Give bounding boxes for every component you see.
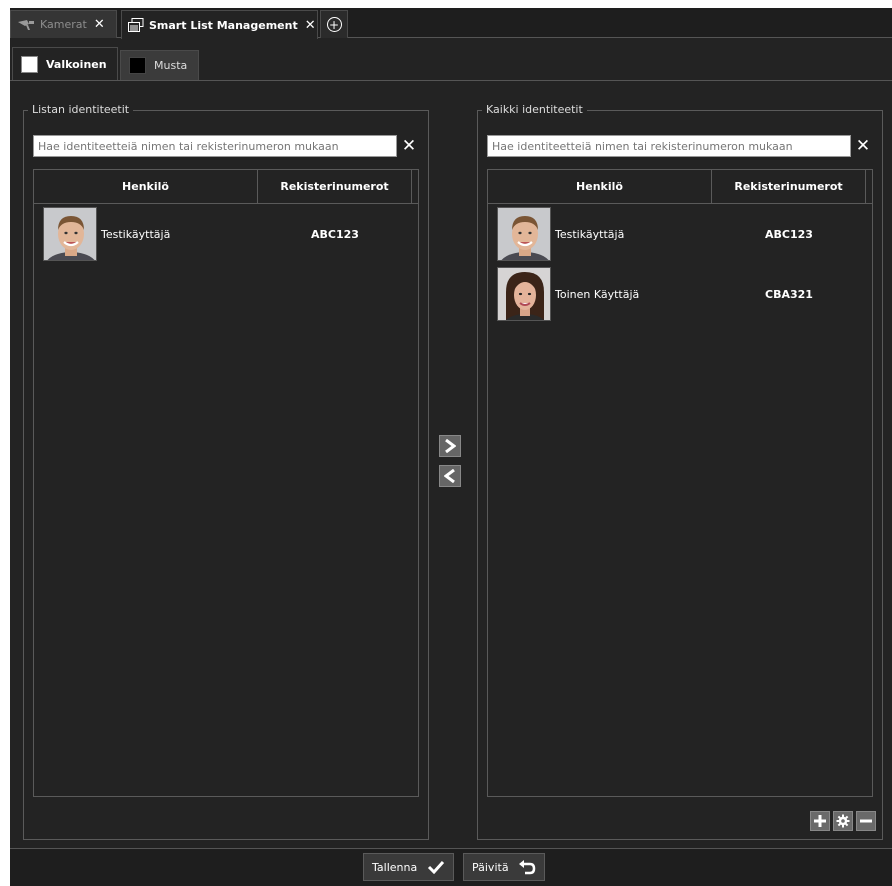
registration-cell: ABC123	[311, 227, 359, 241]
transfer-buttons	[439, 435, 463, 495]
list-identities-panel: Listan identiteetit ✕ Henkilö Rekisterin…	[23, 103, 429, 840]
search-input[interactable]	[33, 135, 397, 157]
subtab-black[interactable]: Musta	[120, 50, 199, 80]
subtab-label: Musta	[154, 59, 188, 72]
tab-cameras[interactable]: Kamerat ✕	[10, 10, 117, 38]
close-tab-icon[interactable]: ✕	[305, 18, 316, 33]
bottom-action-bar: Tallenna Päivitä	[10, 849, 892, 886]
subtab-white[interactable]: Valkoinen	[12, 47, 118, 80]
gear-icon	[836, 814, 850, 828]
tab-label: Smart List Management	[149, 18, 298, 32]
table-header: Henkilö Rekisterinumerot	[488, 170, 872, 204]
column-header-person[interactable]: Henkilö	[488, 170, 712, 203]
column-header-registration[interactable]: Rekisterinumerot	[258, 170, 412, 203]
save-label: Tallenna	[372, 860, 418, 874]
move-left-button[interactable]	[439, 465, 461, 487]
tab-strip: Kamerat ✕ Smart List Management ✕ +	[10, 8, 892, 39]
save-button[interactable]: Tallenna	[363, 853, 454, 881]
close-tab-icon[interactable]: ✕	[94, 17, 105, 32]
panel-title: Listan identiteetit	[28, 103, 134, 116]
person-name: Testikäyttäjä	[101, 227, 171, 241]
all-identities-panel: Kaikki identiteetit ✕ Henkilö Rekisterin…	[477, 103, 883, 840]
black-swatch-icon	[129, 57, 146, 74]
checkmark-icon	[427, 860, 445, 874]
add-tab-button[interactable]: +	[320, 10, 348, 38]
table-row[interactable]: Toinen Käyttäjä CBA321	[488, 264, 872, 324]
subtab-label: Valkoinen	[46, 57, 107, 71]
edit-identity-button[interactable]	[833, 811, 853, 831]
move-right-button[interactable]	[439, 435, 461, 457]
remove-identity-button[interactable]	[856, 811, 876, 831]
table-row[interactable]: Testikäyttäjä ABC123	[488, 204, 872, 264]
avatar	[43, 207, 97, 261]
column-header-person[interactable]: Henkilö	[34, 170, 258, 203]
registration-cell: CBA321	[765, 287, 813, 301]
clear-search-icon[interactable]: ✕	[855, 136, 871, 156]
refresh-label: Päivitä	[472, 860, 509, 874]
minus-icon	[860, 819, 872, 823]
add-identity-button[interactable]	[810, 811, 830, 831]
camera-icon	[17, 19, 35, 31]
registration-cell: ABC123	[765, 227, 813, 241]
avatar	[497, 207, 551, 261]
refresh-button[interactable]: Päivitä	[463, 853, 545, 881]
plus-circle-icon: +	[326, 17, 342, 32]
window-list-icon	[128, 18, 144, 32]
clear-search-icon[interactable]: ✕	[401, 136, 417, 156]
search-input[interactable]	[487, 135, 851, 157]
identity-table: Henkilö Rekisterinumerot Testikäyttäjä A…	[487, 169, 873, 797]
panel-title: Kaikki identiteetit	[482, 103, 587, 116]
undo-arrow-icon	[519, 860, 536, 875]
person-cell: Testikäyttäjä	[488, 207, 712, 261]
avatar	[497, 267, 551, 321]
chevron-left-icon	[444, 469, 455, 483]
tab-smart-list-management[interactable]: Smart List Management ✕	[121, 10, 318, 39]
table-header: Henkilö Rekisterinumerot	[34, 170, 418, 204]
identity-table: Henkilö Rekisterinumerot Testikäyttäjä A…	[33, 169, 419, 797]
person-cell: Toinen Käyttäjä	[488, 267, 712, 321]
white-swatch-icon	[21, 55, 38, 73]
search-row: ✕	[487, 135, 871, 157]
table-row[interactable]: Testikäyttäjä ABC123	[34, 204, 418, 264]
list-tools	[810, 811, 876, 831]
search-row: ✕	[33, 135, 417, 157]
person-name: Toinen Käyttäjä	[555, 287, 640, 301]
plus-icon	[814, 815, 826, 827]
person-cell: Testikäyttäjä	[34, 207, 258, 261]
divider	[10, 80, 892, 81]
tab-label: Kamerat	[40, 18, 87, 31]
column-header-registration[interactable]: Rekisterinumerot	[712, 170, 866, 203]
chevron-right-icon	[445, 439, 456, 453]
app-window: Kamerat ✕ Smart List Management ✕ + Valk…	[10, 8, 892, 886]
person-name: Testikäyttäjä	[555, 227, 625, 241]
